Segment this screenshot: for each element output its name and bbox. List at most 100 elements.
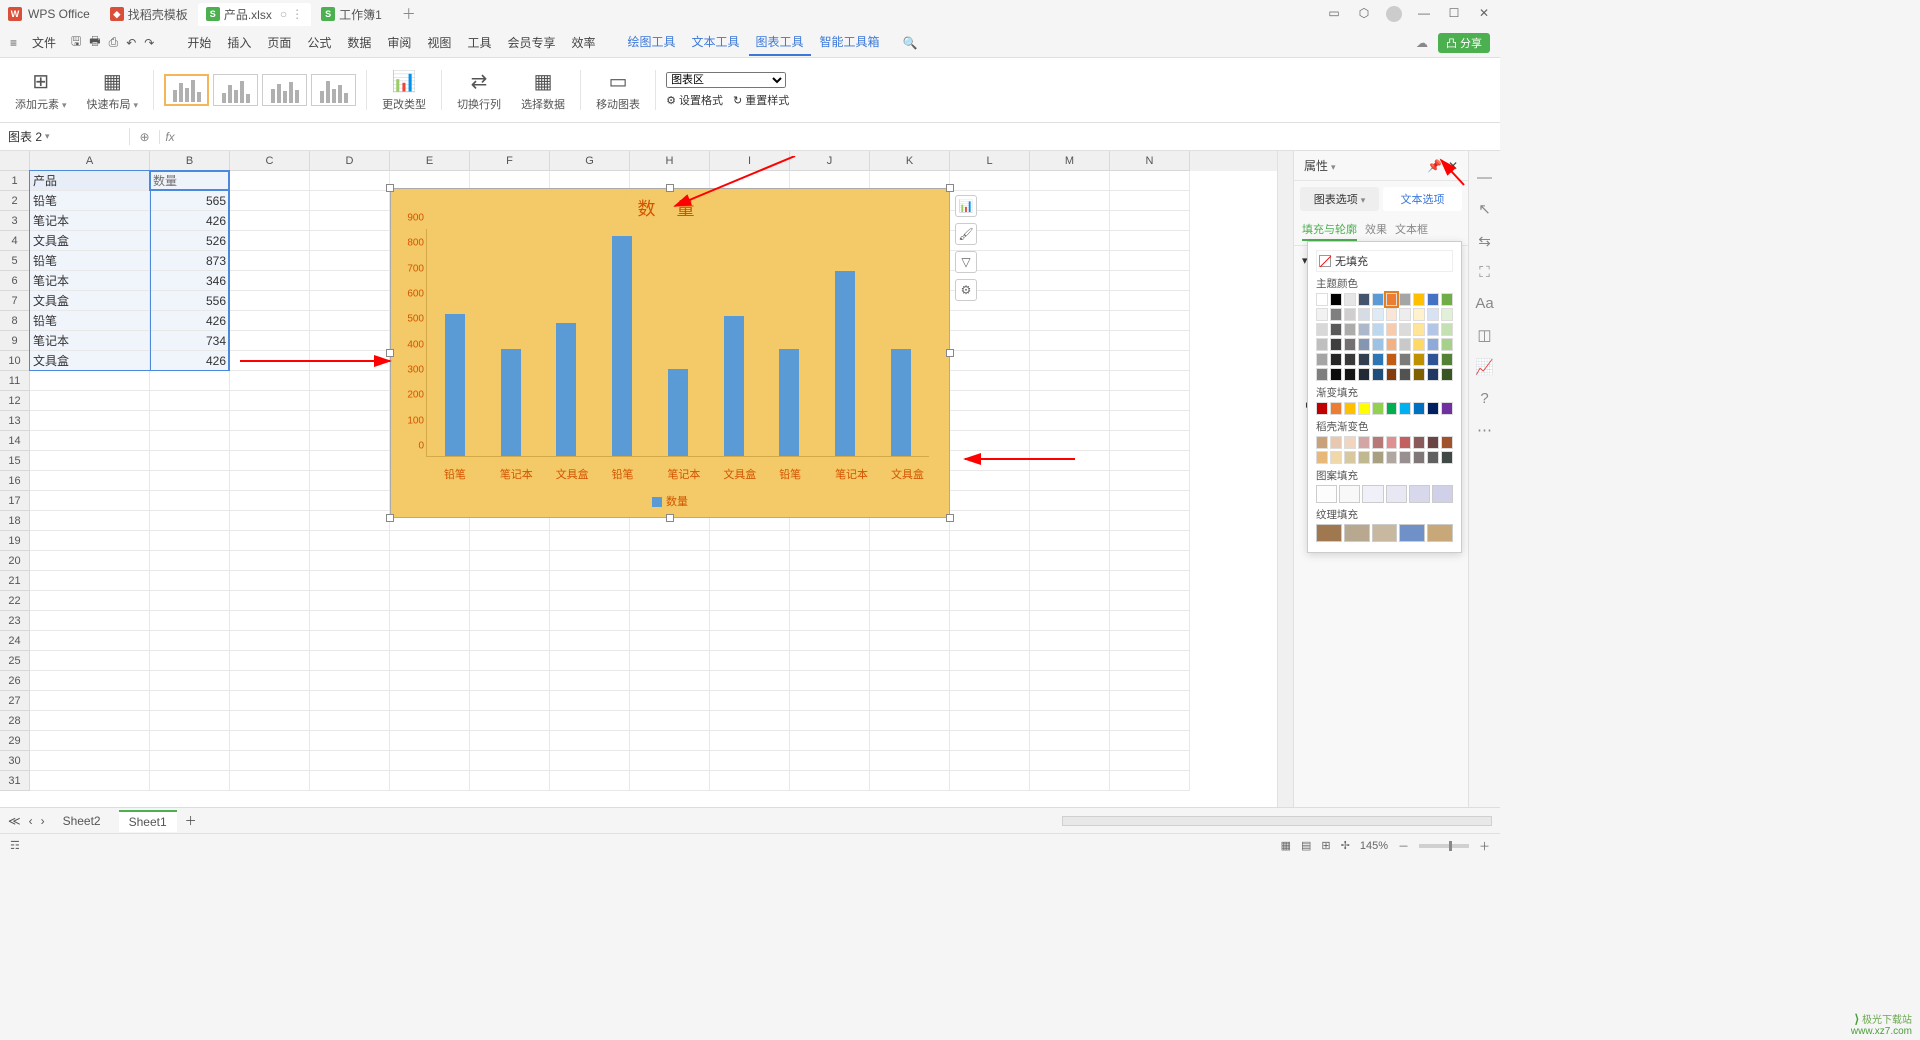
cell[interactable]: 笔记本 <box>30 271 150 291</box>
maximize-button[interactable]: ☐ <box>1446 6 1462 22</box>
row-header[interactable]: 23 <box>0 611 30 631</box>
color-swatch[interactable] <box>1358 308 1370 321</box>
color-swatch[interactable] <box>1427 436 1439 449</box>
cell[interactable]: 526 <box>150 231 230 251</box>
color-swatch[interactable] <box>1330 353 1342 366</box>
chart-bar[interactable] <box>668 369 688 456</box>
color-swatch[interactable] <box>1427 353 1439 366</box>
color-swatch[interactable] <box>1386 323 1398 336</box>
color-swatch[interactable] <box>1413 436 1425 449</box>
row-header[interactable]: 19 <box>0 531 30 551</box>
cell[interactable]: 426 <box>150 211 230 231</box>
switch-rowcol-button[interactable]: ⇄切换行列 <box>452 69 506 112</box>
tab-chart-options[interactable]: 图表选项 <box>1300 187 1379 211</box>
select-all-corner[interactable] <box>0 151 30 171</box>
subtab-textbox[interactable]: 文本框 <box>1395 221 1428 241</box>
row-header[interactable]: 12 <box>0 391 30 411</box>
cell[interactable]: 铅笔 <box>30 251 150 271</box>
color-swatch[interactable] <box>1441 451 1453 464</box>
chart-bar[interactable] <box>891 349 911 456</box>
color-swatch[interactable] <box>1441 436 1453 449</box>
color-swatch[interactable] <box>1399 436 1411 449</box>
sidebar-collapse-icon[interactable]: — <box>1477 169 1492 186</box>
color-swatch[interactable] <box>1330 293 1342 306</box>
chart-bar[interactable] <box>501 349 521 456</box>
menu-绘图工具[interactable]: 绘图工具 <box>620 29 682 56</box>
color-swatch[interactable] <box>1372 451 1384 464</box>
color-swatch[interactable] <box>1344 436 1356 449</box>
menu-智能工具箱[interactable]: 智能工具箱 <box>813 29 887 56</box>
pattern-swatch[interactable] <box>1362 485 1383 503</box>
cell[interactable]: 铅笔 <box>30 191 150 211</box>
cell[interactable]: 556 <box>150 291 230 311</box>
col-header[interactable]: D <box>310 151 390 171</box>
chart-legend[interactable]: 数量 <box>391 493 949 509</box>
menu-文本工具[interactable]: 文本工具 <box>685 29 747 56</box>
color-swatch[interactable] <box>1427 338 1439 351</box>
color-swatch[interactable] <box>1316 323 1328 336</box>
cell[interactable]: 873 <box>150 251 230 271</box>
color-swatch[interactable] <box>1441 353 1453 366</box>
color-swatch[interactable] <box>1441 308 1453 321</box>
row-header[interactable]: 9 <box>0 331 30 351</box>
reset-style-button[interactable]: ↻ 重置样式 <box>733 92 789 108</box>
change-type-button[interactable]: 📊更改类型 <box>377 69 431 112</box>
row-header[interactable]: 11 <box>0 371 30 391</box>
chart-handle-bl[interactable] <box>386 514 394 522</box>
row-header[interactable]: 8 <box>0 311 30 331</box>
color-swatch[interactable] <box>1316 293 1328 306</box>
chart-handle-br[interactable] <box>946 514 954 522</box>
color-swatch[interactable] <box>1358 353 1370 366</box>
add-element-button[interactable]: ⊞添加元素 <box>10 69 72 112</box>
row-header[interactable]: 31 <box>0 771 30 791</box>
help-icon[interactable]: ? <box>1480 390 1488 407</box>
pattern-swatch[interactable] <box>1339 485 1360 503</box>
pattern-swatch[interactable] <box>1316 485 1337 503</box>
color-swatch[interactable] <box>1386 338 1398 351</box>
tab-text-options[interactable]: 文本选项 <box>1383 187 1462 211</box>
row-header[interactable]: 18 <box>0 511 30 531</box>
color-swatch[interactable] <box>1316 368 1328 381</box>
doc-tab[interactable]: ◆找稻壳模板 <box>102 3 196 26</box>
share-button[interactable]: 凸 分享 <box>1438 33 1490 53</box>
color-swatch[interactable] <box>1441 368 1453 381</box>
row-header[interactable]: 3 <box>0 211 30 231</box>
color-swatch[interactable] <box>1330 308 1342 321</box>
color-swatch[interactable] <box>1316 402 1328 415</box>
print-preview-icon[interactable]: ⎙ <box>109 35 119 50</box>
row-header[interactable]: 4 <box>0 231 30 251</box>
panel-title[interactable]: 属性 <box>1304 157 1336 174</box>
color-swatch[interactable] <box>1427 402 1439 415</box>
color-swatch[interactable] <box>1386 293 1398 306</box>
doc-tab[interactable]: S工作簿1 <box>313 3 390 26</box>
color-swatch[interactable] <box>1316 436 1328 449</box>
color-swatch[interactable] <box>1330 338 1342 351</box>
first-sheet-icon[interactable]: ≪ <box>8 814 21 828</box>
view-normal-icon[interactable]: ▦ <box>1281 839 1291 852</box>
print-quick-icon[interactable]: 🖶 <box>89 32 100 53</box>
avatar-icon[interactable] <box>1386 6 1402 22</box>
chart-bar[interactable] <box>835 271 855 456</box>
row-header[interactable]: 2 <box>0 191 30 211</box>
prev-sheet-icon[interactable]: ‹ <box>29 814 33 828</box>
color-swatch[interactable] <box>1399 323 1411 336</box>
cell[interactable]: 文具盒 <box>30 291 150 311</box>
row-header[interactable]: 5 <box>0 251 30 271</box>
color-swatch[interactable] <box>1358 451 1370 464</box>
color-swatch[interactable] <box>1399 368 1411 381</box>
view-page-icon[interactable]: ▤ <box>1301 839 1311 852</box>
zoom-in-icon[interactable]: ＋ <box>1479 838 1490 854</box>
row-header[interactable]: 29 <box>0 731 30 751</box>
color-swatch[interactable] <box>1358 436 1370 449</box>
fx-icon[interactable]: fx <box>160 130 180 144</box>
row-header[interactable]: 21 <box>0 571 30 591</box>
doc-tab[interactable]: S产品.xlsx ○ ⋮ <box>198 3 311 26</box>
col-header[interactable]: M <box>1030 151 1110 171</box>
texture-swatch[interactable] <box>1344 524 1370 542</box>
menu-视图[interactable]: 视图 <box>420 30 458 55</box>
chart-style-4[interactable] <box>311 74 356 106</box>
color-swatch[interactable] <box>1413 293 1425 306</box>
menu-审阅[interactable]: 审阅 <box>380 30 418 55</box>
subtab-fill[interactable]: 填充与轮廓 <box>1302 221 1357 241</box>
col-header[interactable]: K <box>870 151 950 171</box>
